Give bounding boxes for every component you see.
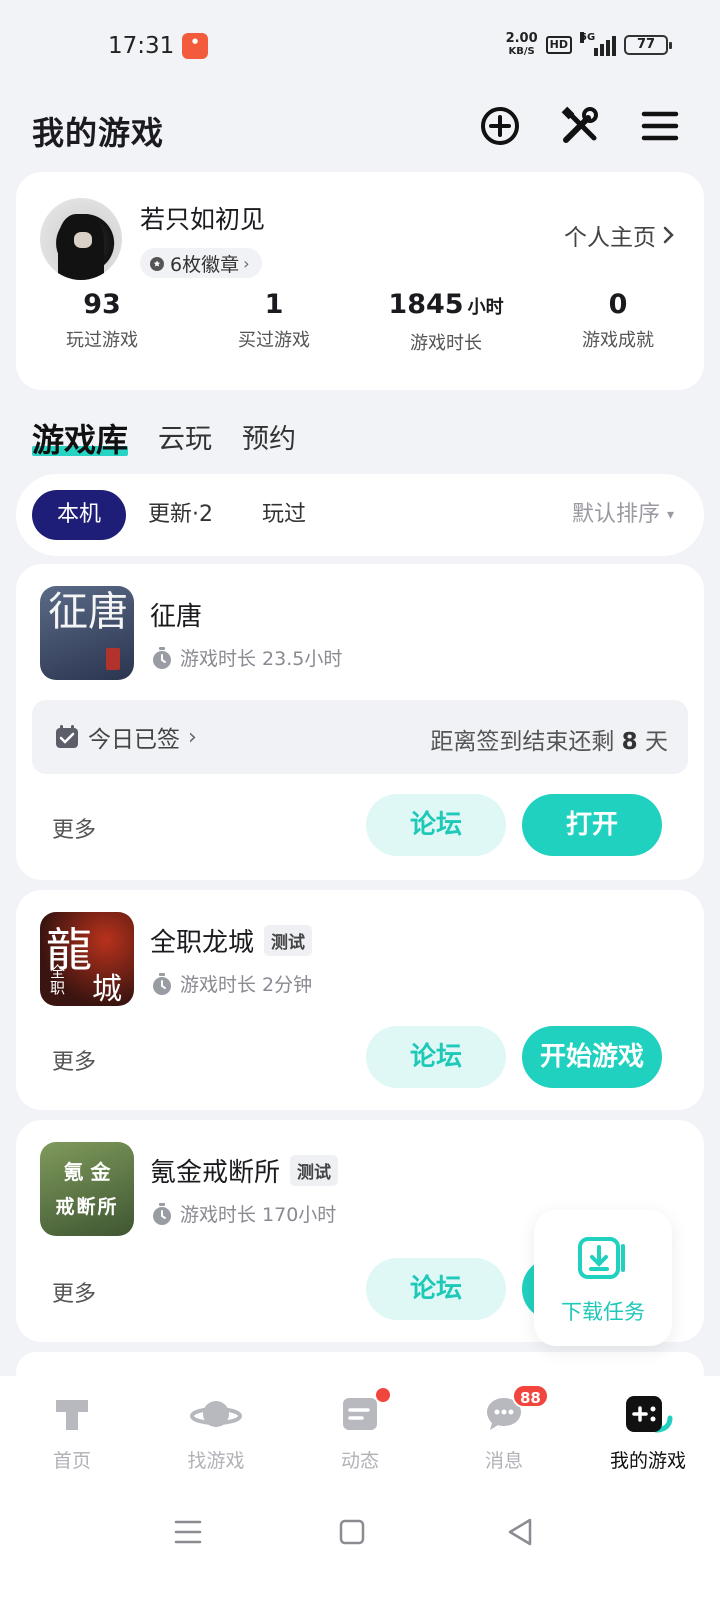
planet-icon [190,1401,242,1427]
menu-lines-icon [174,1520,202,1544]
plus-circle-icon [481,107,519,145]
signin-bar[interactable]: 今日已签 › 距离签到结束还剩 8 天 [32,700,688,774]
test-tag: 测试 [264,925,313,956]
stopwatch-icon [153,646,171,669]
forum-button[interactable]: 论坛 [366,794,506,856]
stat-bought-games[interactable]: 1 买过游戏 [188,286,360,355]
game-card: 征唐 征唐 游戏时长 23.5小时 今日已签 › 距离签到结束还剩 8 天 更多… [16,564,704,880]
square-icon [339,1519,365,1545]
tools-icon [561,106,598,143]
page-header: 我的游戏 [0,92,720,172]
message-count-badge: 88 [512,1384,549,1408]
caret-down-icon: ▾ [666,507,674,523]
filter-bar: 本机 更新·2 玩过 默认排序 ▾ [16,474,704,556]
game-name: 氪金戒断所 测试 [150,1152,339,1189]
bottom-nav: 首页 找游戏 动态 88 消息 我的游戏 [0,1376,720,1488]
stat-achievements[interactable]: 0 游戏成就 [532,286,704,355]
back-triangle-icon [508,1518,532,1546]
chevron-right-icon: › [188,724,197,750]
avatar[interactable] [40,198,122,280]
nav-messages[interactable]: 88 消息 [432,1376,576,1488]
network-speed: 2.00 KB/S [505,31,538,57]
page-title: 我的游戏 [32,114,165,152]
home-icon [56,1400,88,1430]
main-tabs: 游戏库 云玩 预约 [32,406,296,460]
stat-played-games[interactable]: 93 玩过游戏 [16,286,188,355]
nav-feed[interactable]: 动态 [288,1376,432,1488]
tab-cloud-play[interactable]: 云玩 [158,420,212,460]
feed-icon [343,1398,377,1430]
forum-button[interactable]: 论坛 [366,1026,506,1088]
system-nav-bar [0,1488,720,1608]
signin-status: 今日已签 › [54,720,197,754]
forum-button[interactable]: 论坛 [366,1258,506,1320]
game-card: 龍 全职 城 全职龙城 测试 游戏时长 2分钟 更多 论坛 开始游戏 [16,890,704,1110]
download-tasks-button[interactable]: 下载任务 [534,1210,672,1346]
filter-played[interactable]: 玩过 [262,490,306,540]
game-name: 全职龙城 测试 [150,922,313,959]
filter-updates[interactable]: 更新·2 [148,490,213,540]
status-indicators: 2.00 KB/S HD 5G 77 [505,31,672,58]
back-button[interactable] [500,1512,540,1552]
game-icon[interactable]: 氪 金 戒断所 [40,1142,134,1236]
more-button[interactable]: 更多 [52,1044,96,1076]
recents-button[interactable] [168,1512,208,1552]
medal-icon [150,257,164,271]
status-time: 17:31 [108,33,175,59]
tab-game-library[interactable]: 游戏库 [32,420,129,460]
sort-dropdown[interactable]: 默认排序 ▾ [572,490,674,540]
game-icon[interactable]: 征唐 [40,586,134,680]
chevron-right-icon: › [243,253,250,273]
game-name: 征唐 [150,602,203,632]
playtime: 游戏时长 170小时 [150,1200,336,1227]
badges-chip[interactable]: 6枚徽章 › [140,248,262,278]
tab-reservations[interactable]: 预约 [242,420,296,460]
more-button[interactable]: 更多 [52,812,96,844]
signin-remaining: 距离签到结束还剩 8 天 [430,729,668,755]
filter-local[interactable]: 本机 [32,490,126,540]
playtime: 游戏时长 23.5小时 [150,644,342,671]
playtime: 游戏时长 2分钟 [150,970,312,997]
download-icon [578,1237,625,1279]
add-button[interactable] [478,104,522,148]
notification-app-icon: ● [182,33,208,59]
hd-icon: HD [545,36,572,54]
download-tasks-label: 下载任务 [561,1300,645,1324]
profile-card: 若只如初见 6枚徽章 › 个人主页 93 玩过游戏 1 买过游戏 1845 小时 … [16,172,704,390]
chevron-right-icon [663,226,674,244]
start-game-button[interactable]: 开始游戏 [522,1026,662,1088]
stat-play-time[interactable]: 1845 小时 游戏时长 [360,286,532,355]
badges-label: 6枚徽章 [170,253,240,276]
stats-row: 93 玩过游戏 1 买过游戏 1845 小时 游戏时长 0 游戏成就 [16,286,704,355]
gamepad-icon [626,1396,673,1433]
home-system-button[interactable] [332,1512,372,1552]
battery-icon: 77 [624,35,672,55]
hamburger-icon [641,111,679,141]
signal-icon: 5G [580,32,616,56]
menu-button[interactable] [638,104,682,148]
nav-home[interactable]: 首页 [0,1376,144,1488]
nav-find-games[interactable]: 找游戏 [144,1376,288,1488]
stopwatch-icon [153,972,171,995]
test-tag: 测试 [290,1155,339,1186]
username: 若只如初见 [140,205,266,234]
tools-button[interactable] [558,104,602,148]
status-bar: 17:31 ● 2.00 KB/S HD 5G 77 [0,0,720,92]
calendar-check-icon [56,725,78,748]
game-icon[interactable]: 龍 全职 城 [40,912,134,1006]
stopwatch-icon [153,1202,171,1225]
notification-dot [376,1388,390,1402]
open-button[interactable]: 打开 [522,794,662,856]
more-button[interactable]: 更多 [52,1276,96,1308]
homepage-link[interactable]: 个人主页 [564,218,676,252]
nav-my-games[interactable]: 我的游戏 [576,1376,720,1488]
